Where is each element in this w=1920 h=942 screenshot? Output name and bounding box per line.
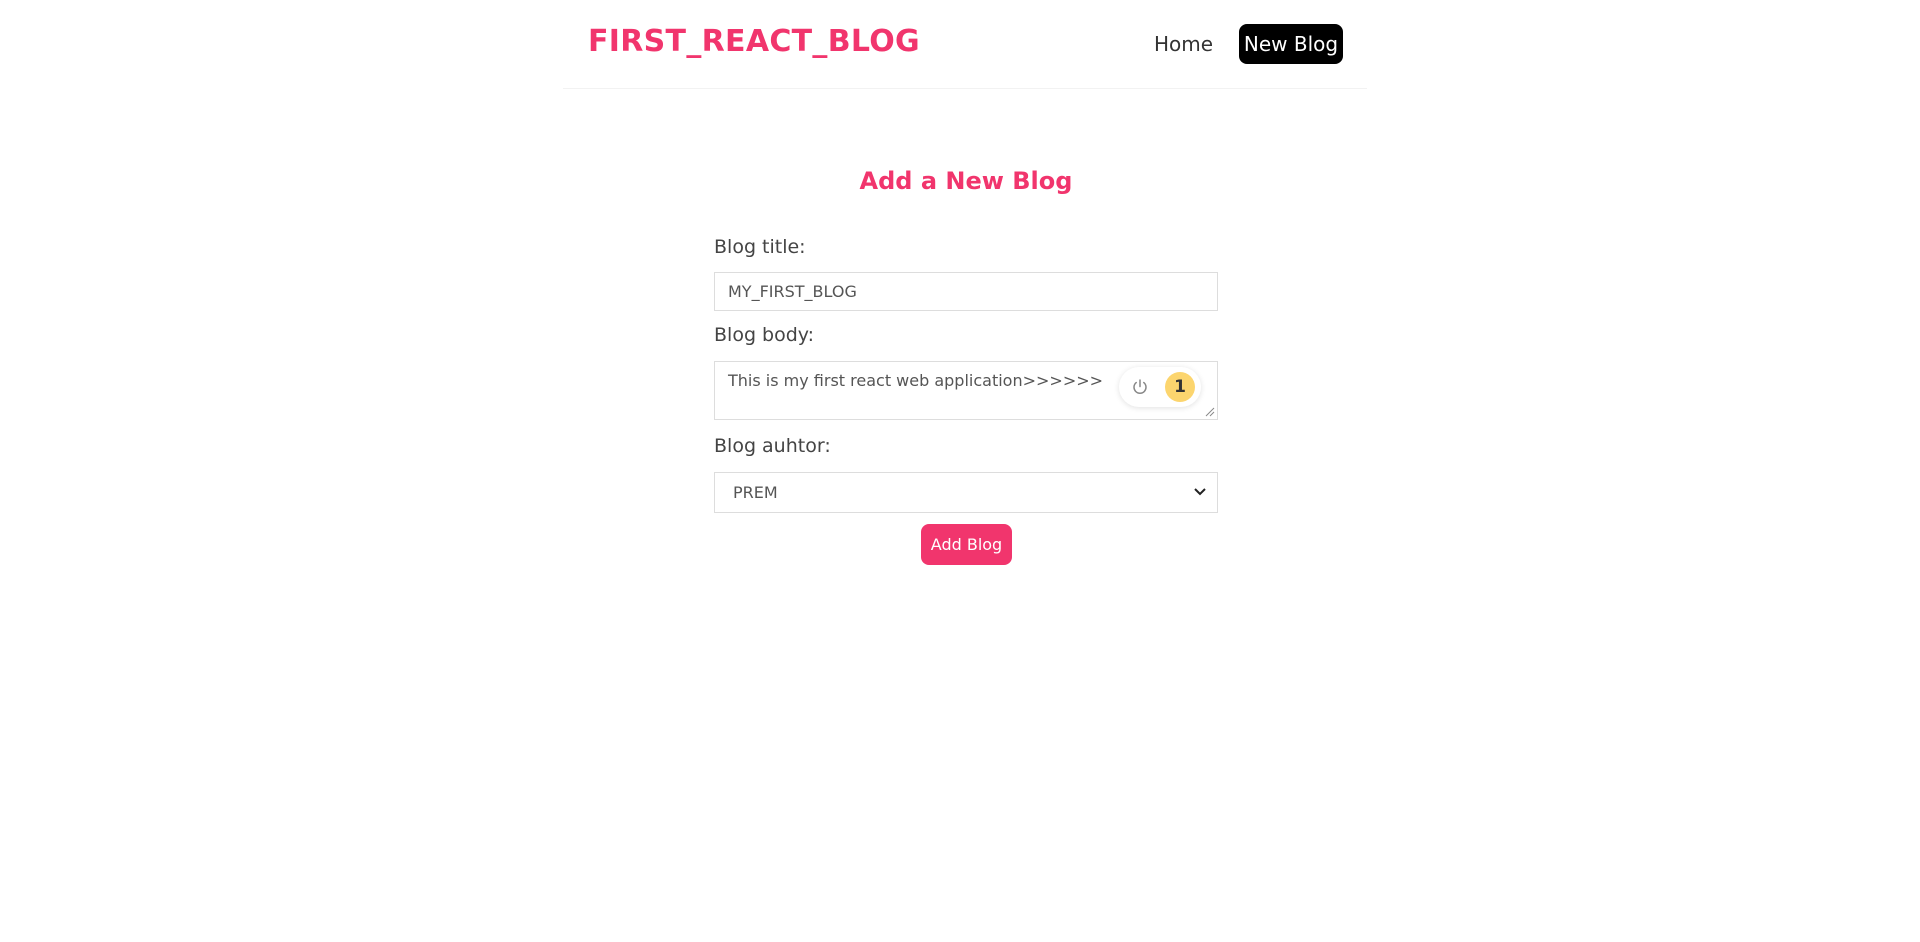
- nav-link-home[interactable]: Home: [1154, 24, 1213, 64]
- blog-author-label: Blog auhtor:: [714, 435, 831, 457]
- blog-title-label: Blog title:: [714, 236, 806, 258]
- blog-body-text: This is my first react web application>>…: [728, 371, 1104, 390]
- blog-author-select[interactable]: PREM: [714, 472, 1218, 513]
- navbar: FIRST_REACT_BLOG Home New Blog: [563, 0, 1367, 89]
- blog-author-selected: PREM: [733, 483, 778, 502]
- power-icon[interactable]: [1131, 378, 1149, 396]
- page-title: Add a New Blog: [859, 167, 1073, 195]
- nav-link-new-blog[interactable]: New Blog: [1239, 24, 1343, 64]
- blog-body-label: Blog body:: [714, 324, 815, 346]
- blog-title-input[interactable]: MY_FIRST_BLOG: [714, 272, 1218, 311]
- add-blog-button[interactable]: Add Blog: [921, 524, 1012, 565]
- chevron-down-icon: [1194, 488, 1206, 496]
- count-badge[interactable]: 1: [1165, 372, 1195, 402]
- site-logo[interactable]: FIRST_REACT_BLOG: [588, 24, 920, 59]
- extension-widget[interactable]: 1: [1119, 367, 1201, 407]
- resize-handle-icon[interactable]: [1205, 407, 1215, 417]
- create-blog-form: Add a New Blog Blog title: MY_FIRST_BLOG…: [714, 150, 1218, 565]
